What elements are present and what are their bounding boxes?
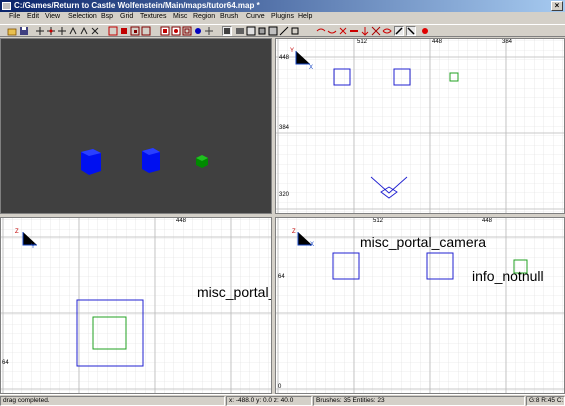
cap-icon[interactable] [338,26,348,36]
xy-tick-v-0: 448 [279,55,290,61]
menu-misc[interactable]: Misc [173,13,187,20]
status-coords: x: -488.0 y: 0.0 z: 40.0 [226,396,312,406]
menu-plugins[interactable]: Plugins [271,13,294,20]
yz-view[interactable]: 512 448 64 0 Z X misc_portal_camera info… [275,217,565,394]
drag-vertices-icon[interactable] [382,26,392,36]
flip-y-icon[interactable] [46,26,56,36]
window-title: C:/Games/Return to Castle Wolfenstein/Ma… [14,1,260,10]
csg-merge-icon[interactable] [171,26,181,36]
xz-tick-v-0: 64 [2,360,9,366]
select-partial-icon[interactable] [130,26,140,36]
texture-lock-icon[interactable] [268,26,278,36]
rotate-lock-icon[interactable] [279,26,289,36]
camera-view[interactable] [0,38,272,214]
flip-x-icon[interactable] [35,26,45,36]
brush-cube-left[interactable] [81,149,101,175]
menu-view[interactable]: View [45,13,60,20]
menu-bsp[interactable]: Bsp [101,13,113,20]
change-view-icon[interactable] [204,26,214,36]
app-icon [2,2,11,10]
menu-help[interactable]: Help [298,13,312,20]
xz-entity-label: misc_portal_surface [197,284,271,300]
xy-tick-v-2: 320 [279,192,290,198]
xy-axis-y-label: Y [290,48,295,54]
patch-inspect-icon[interactable] [406,26,416,36]
save-icon[interactable] [19,26,29,36]
menu-selection[interactable]: Selection [68,13,97,20]
bend-icon[interactable] [327,26,337,36]
xy-tick-v-1: 384 [279,125,290,131]
menu-region[interactable]: Region [193,13,215,20]
yz-null-label: info_notnull [472,268,544,284]
clipper-icon[interactable] [193,26,203,36]
open-icon[interactable] [7,26,17,36]
entity-view-icon[interactable] [257,26,267,36]
csg-subtract-icon[interactable] [160,26,170,36]
yz-tick-h-1: 448 [482,218,493,224]
status-bar: drag completed. x: -488.0 y: 0.0 z: 40.0… [0,394,565,406]
yz-axis-z-label: Z [292,229,296,235]
xy-view[interactable]: 512 448 384 448 384 320 Y X [275,38,565,214]
scale-lock-icon[interactable] [290,26,300,36]
select-complete-icon[interactable] [108,26,118,36]
xz-axis-y-label: Y [31,244,36,250]
yz-tick-v-1: 0 [278,384,282,390]
select-touching-icon[interactable] [119,26,129,36]
menu-curve[interactable]: Curve [246,13,265,20]
xz-view[interactable]: 448 64 Z Y misc_portal_surface [0,217,272,394]
flip-z-icon[interactable] [57,26,67,36]
xy-tick-h-1: 448 [432,39,443,45]
rotate-x-icon[interactable] [68,26,78,36]
xy-tick-h-2: 384 [502,39,513,45]
hollow-icon[interactable] [182,26,192,36]
xz-tick-h-0: 448 [176,218,187,224]
yz-tick-v-0: 64 [278,274,285,280]
drag-edges-icon[interactable] [394,26,404,36]
rotate-y-icon[interactable] [79,26,89,36]
title-bar: C:/Games/Return to Castle Wolfenstein/Ma… [0,0,565,12]
camera-scene [81,148,208,175]
xy-axis-x-label: X [309,65,314,71]
status-grid: G:8 R:45 C:12 L:MR [526,396,565,406]
menu-brush[interactable]: Brush [220,13,238,20]
menu-edit[interactable]: Edit [27,13,39,20]
yz-axis-x-label: X [310,242,315,248]
menu-file[interactable]: File [9,13,20,20]
yz-tick-h-0: 512 [373,218,384,224]
rotate-z-icon[interactable] [90,26,100,36]
xz-axis-z-label: Z [15,229,19,235]
status-message: drag completed. [0,396,225,406]
redo-icon[interactable] [420,26,430,36]
brush-cube-right[interactable] [142,148,160,173]
toolbar [0,24,565,37]
texture-view-icon[interactable] [222,26,232,36]
cube-clip-icon[interactable] [246,26,256,36]
status-counts: Brushes: 35 Entities: 23 [313,396,525,406]
patch-icon[interactable] [316,26,326,36]
xy-grid [276,39,564,213]
camera-view-icon[interactable] [235,26,245,36]
menu-grid[interactable]: Grid [120,13,133,20]
xz-grid [1,218,271,393]
entity-cube-green[interactable] [196,155,208,168]
menu-textures[interactable]: Textures [140,13,166,20]
drill-down-icon[interactable] [360,26,370,36]
weld-icon[interactable] [349,26,359,36]
close-button[interactable]: × [551,1,563,11]
yz-camera-label: misc_portal_camera [360,234,487,250]
show-edges-icon[interactable] [371,26,381,36]
select-inside-icon[interactable] [141,26,151,36]
menu-bar: File Edit View Selection Bsp Grid Textur… [0,12,565,24]
xy-tick-h-0: 512 [357,39,368,45]
